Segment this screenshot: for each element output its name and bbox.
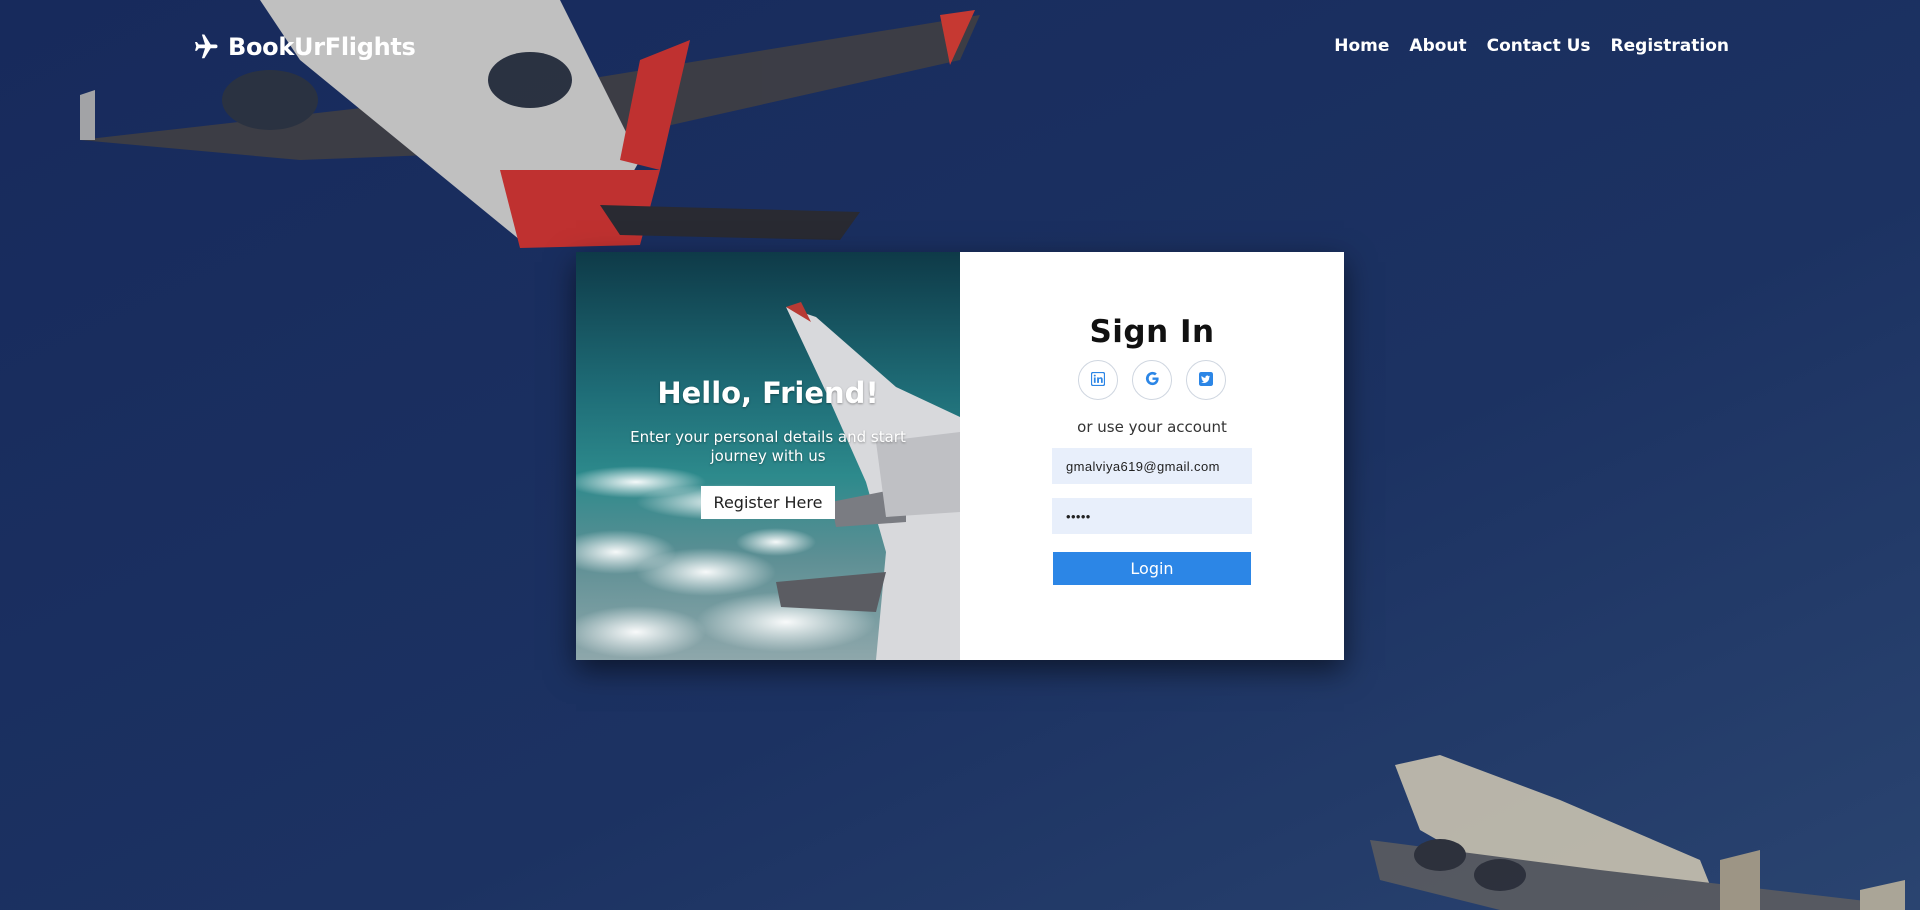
- brand-name: BookUrFlights: [228, 33, 416, 61]
- register-here-button[interactable]: Register Here: [700, 486, 836, 519]
- signin-panel: Sign In or use your account gmalviya619@…: [960, 252, 1344, 660]
- linkedin-button[interactable]: [1078, 360, 1118, 400]
- twitter-button[interactable]: [1186, 360, 1226, 400]
- twitter-icon: [1199, 371, 1213, 390]
- signin-title: Sign In: [1089, 314, 1215, 350]
- nav-home[interactable]: Home: [1334, 36, 1389, 56]
- linkedin-icon: [1090, 371, 1106, 390]
- welcome-title: Hello, Friend!: [657, 376, 879, 410]
- google-button[interactable]: [1132, 360, 1172, 400]
- navbar: BookUrFlights Home About Contact Us Regi…: [0, 0, 1920, 94]
- alt-login-text: or use your account: [1077, 418, 1227, 436]
- google-icon: [1145, 371, 1160, 390]
- nav-about[interactable]: About: [1409, 36, 1466, 56]
- nav-registration[interactable]: Registration: [1611, 36, 1729, 56]
- plane-icon: [190, 32, 220, 62]
- welcome-content: Hello, Friend! Enter your personal detai…: [576, 376, 960, 519]
- password-field[interactable]: [1052, 498, 1252, 534]
- nav-contact-us[interactable]: Contact Us: [1487, 36, 1591, 56]
- welcome-subtitle: Enter your personal details and start jo…: [630, 428, 906, 465]
- login-button[interactable]: Login: [1053, 552, 1251, 585]
- social-login-row: [1078, 360, 1226, 400]
- email-field[interactable]: [1052, 448, 1252, 484]
- nav-menu: Home About Contact Us Registration: [1334, 36, 1729, 56]
- brand-logo[interactable]: BookUrFlights: [190, 30, 416, 64]
- welcome-panel: Hello, Friend! Enter your personal detai…: [576, 252, 960, 660]
- login-card: Hello, Friend! Enter your personal detai…: [576, 252, 1344, 660]
